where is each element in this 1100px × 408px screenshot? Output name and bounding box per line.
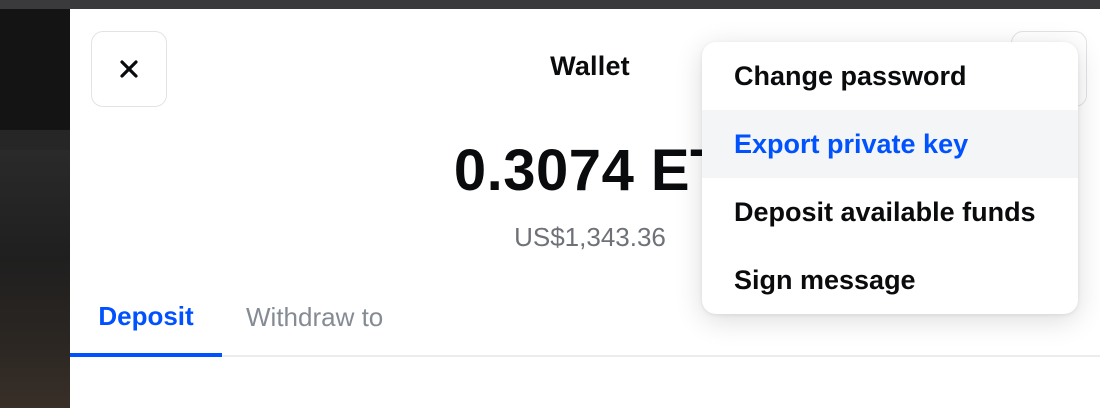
close-icon (120, 60, 138, 78)
menu-item-change-password[interactable]: Change password (702, 42, 1078, 110)
background-page (0, 9, 70, 408)
close-button[interactable] (91, 31, 167, 107)
menu-item-sign-message[interactable]: Sign message (702, 246, 1078, 314)
window-top-strip (0, 0, 1100, 9)
menu-item-export-private-key[interactable]: Export private key (702, 110, 1078, 178)
background-stripe (0, 130, 70, 150)
options-dropdown-menu: Change password Export private key Depos… (702, 42, 1078, 314)
tab-deposit[interactable]: Deposit (70, 279, 222, 357)
page-title: Wallet (550, 51, 630, 81)
tab-withdraw-to[interactable]: Withdraw to (246, 279, 383, 355)
menu-item-deposit-available-funds[interactable]: Deposit available funds (702, 178, 1078, 246)
